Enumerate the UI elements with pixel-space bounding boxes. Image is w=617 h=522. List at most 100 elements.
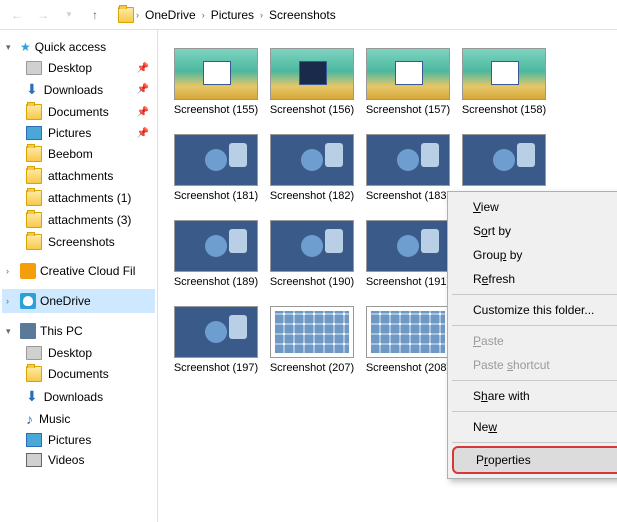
sidebar: ▾ ★ Quick access Desktop📌⬇Downloads📌Docu… <box>0 30 158 522</box>
file-item[interactable]: Screenshot (157) <box>366 48 450 116</box>
file-item[interactable]: Screenshot (181) <box>174 134 258 202</box>
folder-icon <box>118 7 134 23</box>
menu-separator <box>452 442 617 443</box>
sidebar-item-label: Pictures <box>48 433 91 447</box>
folder-icon <box>26 234 42 250</box>
sidebar-item[interactable]: Documents📌 <box>2 101 155 123</box>
onedrive-header[interactable]: › OneDrive <box>2 289 155 313</box>
up-button[interactable]: ↑ <box>84 4 106 26</box>
chevron-right-icon[interactable]: › <box>136 10 139 20</box>
sidebar-item[interactable]: attachments (1) <box>2 187 155 209</box>
file-item[interactable]: Screenshot (156) <box>270 48 354 116</box>
back-button[interactable]: ← <box>6 4 28 26</box>
breadcrumb-screenshots[interactable]: Screenshots <box>265 6 340 24</box>
file-name: Screenshot (207) <box>270 362 354 374</box>
context-menu: View› Sort by› Group by› Refresh Customi… <box>447 191 617 479</box>
sidebar-item-label: Desktop <box>48 346 92 360</box>
pin-icon: 📌 <box>137 63 149 74</box>
chevron-right-icon[interactable]: › <box>202 10 205 20</box>
menu-group-by[interactable]: Group by› <box>451 243 617 267</box>
sidebar-item-label: Downloads <box>44 390 103 404</box>
menu-share-with[interactable]: Share with› <box>451 384 617 408</box>
onedrive-icon <box>20 293 36 309</box>
forward-button[interactable]: → <box>32 4 54 26</box>
pin-icon: 📌 <box>137 128 149 139</box>
folder-icon <box>26 146 42 162</box>
file-item[interactable]: Screenshot (158) <box>462 48 546 116</box>
chevron-right-icon[interactable]: › <box>260 10 263 20</box>
sidebar-item[interactable]: Videos <box>2 450 155 470</box>
pictures-icon <box>26 433 42 447</box>
file-item[interactable]: Screenshot (189) <box>174 220 258 288</box>
menu-refresh[interactable]: Refresh <box>451 267 617 291</box>
file-item[interactable]: Screenshot (197) <box>174 306 258 374</box>
thumbnail <box>366 134 450 186</box>
file-item[interactable]: Screenshot (190) <box>270 220 354 288</box>
folder-icon <box>26 366 42 382</box>
sidebar-item-label: attachments <box>48 169 113 183</box>
sidebar-item-label: Documents <box>48 105 109 119</box>
sidebar-item[interactable]: Beebom <box>2 143 155 165</box>
file-item[interactable]: Screenshot (183) <box>366 134 450 202</box>
menu-customize[interactable]: Customize this folder... <box>451 298 617 322</box>
music-icon: ♪ <box>26 411 33 427</box>
download-icon: ⬇ <box>26 388 38 405</box>
sidebar-item-label: Music <box>39 412 70 426</box>
thumbnail <box>462 48 546 100</box>
file-item[interactable]: Screenshot (207) <box>270 306 354 374</box>
sidebar-item[interactable]: Screenshots <box>2 231 155 253</box>
sidebar-item[interactable]: Pictures <box>2 430 155 450</box>
file-name: Screenshot (183) <box>366 190 450 202</box>
creative-cloud-label: Creative Cloud Fil <box>40 264 135 278</box>
creative-cloud-header[interactable]: › Creative Cloud Fil <box>2 259 155 283</box>
sidebar-item[interactable]: ♪ Music <box>2 408 155 430</box>
breadcrumb-onedrive[interactable]: OneDrive <box>141 6 200 24</box>
sidebar-item[interactable]: ⬇Downloads📌 <box>2 78 155 101</box>
folder-icon <box>26 104 42 120</box>
sidebar-item[interactable]: attachments <box>2 165 155 187</box>
breadcrumb-pictures[interactable]: Pictures <box>207 6 258 24</box>
thumbnail <box>270 306 354 358</box>
thumbnail <box>174 48 258 100</box>
pc-icon <box>20 323 36 339</box>
file-name: Screenshot (191) <box>366 276 450 288</box>
file-name: Screenshot (197) <box>174 362 258 374</box>
sidebar-item[interactable]: Pictures📌 <box>2 123 155 143</box>
file-name: Screenshot (182) <box>270 190 354 202</box>
sidebar-item[interactable]: ⬇ Downloads <box>2 385 155 408</box>
menu-view[interactable]: View› <box>451 195 617 219</box>
menu-separator <box>452 411 617 412</box>
quick-access-header[interactable]: ▾ ★ Quick access <box>2 36 155 58</box>
thumbnail <box>270 220 354 272</box>
sidebar-item-label: Beebom <box>48 147 93 161</box>
address-bar[interactable]: › OneDrive › Pictures › Screenshots <box>118 6 340 24</box>
menu-new[interactable]: New› <box>451 415 617 439</box>
chevron-right-icon: › <box>6 296 16 306</box>
thumbnail <box>270 48 354 100</box>
this-pc-header[interactable]: ▾ This PC <box>2 319 155 343</box>
star-icon: ★ <box>20 40 31 54</box>
recent-dropdown[interactable]: ▾ <box>58 4 80 26</box>
chevron-down-icon: ▾ <box>6 42 16 53</box>
file-view[interactable]: Screenshot (155)Screenshot (156)Screensh… <box>158 30 617 522</box>
file-item[interactable]: Screenshot (182) <box>270 134 354 202</box>
sidebar-item[interactable]: Documents <box>2 363 155 385</box>
file-name: Screenshot (155) <box>174 104 258 116</box>
file-name: Screenshot (190) <box>270 276 354 288</box>
folder-icon <box>26 190 42 206</box>
sidebar-item[interactable]: Desktop <box>2 343 155 363</box>
file-item[interactable]: Screenshot (208) <box>366 306 450 374</box>
this-pc-label: This PC <box>40 324 83 338</box>
sidebar-item[interactable]: attachments (3) <box>2 209 155 231</box>
thumbnail <box>366 220 450 272</box>
folder-icon <box>26 168 42 184</box>
file-item[interactable]: Screenshot (191) <box>366 220 450 288</box>
sidebar-item[interactable]: Desktop📌 <box>2 58 155 78</box>
folder-icon <box>26 212 42 228</box>
menu-separator <box>452 325 617 326</box>
menu-sort-by[interactable]: Sort by› <box>451 219 617 243</box>
menu-paste: Paste <box>451 329 617 353</box>
menu-properties[interactable]: Properties <box>452 446 617 474</box>
thumbnail <box>174 220 258 272</box>
file-item[interactable]: Screenshot (155) <box>174 48 258 116</box>
